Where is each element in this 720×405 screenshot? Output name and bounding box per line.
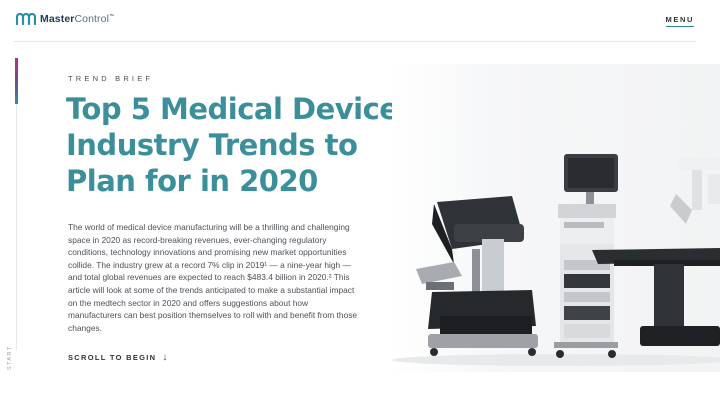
intro-paragraph: The world of medical device manufacturin… <box>68 222 358 333</box>
header-divider <box>14 41 696 42</box>
progress-track <box>16 104 17 350</box>
logo-text-light: Control <box>74 13 110 25</box>
logo-text: MasterControl™ <box>40 13 114 25</box>
surgical-robot-illustration <box>392 154 720 366</box>
start-label: START <box>7 345 13 370</box>
scroll-to-begin-button[interactable]: SCROLL TO BEGIN ↓ <box>68 352 169 363</box>
menu-button[interactable]: MENU <box>665 15 694 27</box>
robotic-surgical-system-image <box>392 64 720 372</box>
arrow-down-icon: ↓ <box>162 352 169 363</box>
surgeon-console <box>416 196 538 356</box>
scroll-label: SCROLL TO BEGIN <box>68 353 157 362</box>
patient-side-cart <box>670 158 720 224</box>
page-title: Top 5 Medical Device Industry Trends to … <box>66 92 399 198</box>
eyebrow-label: TREND BRIEF <box>68 74 154 83</box>
logo-tm: ™ <box>109 13 115 20</box>
progress-indicator <box>15 58 18 104</box>
logo-text-bold: Master <box>40 13 75 25</box>
site-header: MasterControl™ MENU <box>0 0 720 42</box>
logo-mark-icon <box>16 13 36 25</box>
mastercontrol-logo[interactable]: MasterControl™ <box>16 13 114 25</box>
